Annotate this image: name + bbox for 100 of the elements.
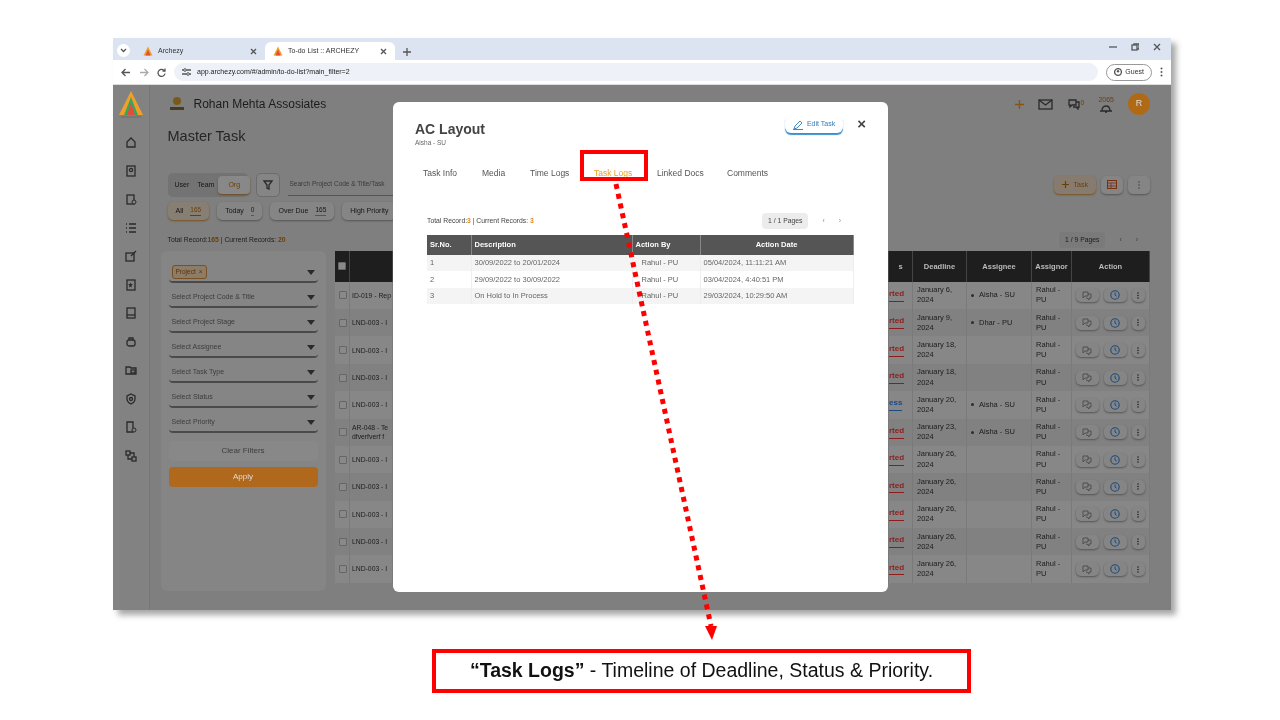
filter-button[interactable] xyxy=(255,172,280,197)
time-log-button[interactable] xyxy=(1103,534,1127,549)
row-checkbox[interactable] xyxy=(338,291,347,300)
filter-icon xyxy=(262,179,273,190)
more-icon[interactable] xyxy=(1160,67,1163,77)
back-icon[interactable] xyxy=(121,67,131,77)
comments-button[interactable] xyxy=(1076,534,1099,549)
bullet-icon xyxy=(971,321,974,325)
modal-tab[interactable]: Media xyxy=(482,165,506,180)
comments-button[interactable] xyxy=(1076,479,1099,494)
table-view-button[interactable] xyxy=(1101,175,1123,194)
kebab-icon xyxy=(1137,510,1140,518)
row-checkbox[interactable] xyxy=(338,400,347,409)
home-icon[interactable] xyxy=(124,136,137,149)
caret-icon xyxy=(306,369,315,375)
time-log-button[interactable] xyxy=(1103,343,1127,358)
bookmark-icon[interactable] xyxy=(124,278,137,291)
comments-button[interactable] xyxy=(1076,507,1099,522)
time-log-button[interactable] xyxy=(1103,562,1127,577)
select-all-checkbox[interactable] xyxy=(337,262,346,271)
chat-icon xyxy=(1082,537,1093,547)
time-log-button[interactable] xyxy=(1103,370,1127,385)
restore-icon[interactable] xyxy=(1131,42,1139,51)
more-button[interactable] xyxy=(1131,343,1145,358)
user-avatar[interactable]: R xyxy=(1128,93,1150,115)
more-button[interactable] xyxy=(1131,452,1145,467)
row-checkbox[interactable] xyxy=(338,318,347,327)
status-label: rted xyxy=(889,425,905,439)
comments-button[interactable] xyxy=(1076,343,1099,358)
modal-tab[interactable]: Time Logs xyxy=(530,165,570,180)
close-icon[interactable] xyxy=(250,47,257,55)
list-icon[interactable] xyxy=(124,221,137,234)
more-button[interactable] xyxy=(1128,175,1150,194)
caption-text: “Task Logs” - Timeline of Deadline, Status & Priority. xyxy=(469,658,934,684)
apply-button[interactable]: Apply xyxy=(168,466,318,487)
caret-icon xyxy=(306,294,315,300)
book-icon[interactable] xyxy=(124,307,137,320)
row-checkbox[interactable] xyxy=(338,373,347,382)
more-button[interactable] xyxy=(1131,370,1145,385)
row-checkbox[interactable] xyxy=(338,346,347,355)
more-button[interactable] xyxy=(1131,479,1145,494)
status-label: ess xyxy=(889,398,903,412)
briefcase-icon[interactable] xyxy=(124,335,137,348)
logo-icon[interactable] xyxy=(117,90,144,120)
new-tab-icon[interactable] xyxy=(403,48,411,56)
clipboard-icon[interactable] xyxy=(124,193,137,206)
plus-icon[interactable] xyxy=(1014,99,1024,109)
mail-icon[interactable] xyxy=(1037,98,1053,110)
row-checkbox[interactable] xyxy=(338,482,347,491)
time-log-button[interactable] xyxy=(1103,479,1127,494)
comments-button[interactable] xyxy=(1076,315,1099,330)
time-log-button[interactable] xyxy=(1103,425,1127,440)
document-icon[interactable] xyxy=(124,421,137,434)
more-button[interactable] xyxy=(1131,507,1145,522)
comments-button[interactable] xyxy=(1076,288,1099,303)
modal-tab[interactable]: Linked Docs xyxy=(657,165,704,180)
more-button[interactable] xyxy=(1131,562,1145,577)
settings-icon[interactable] xyxy=(182,68,191,76)
kebab-icon xyxy=(1137,346,1140,354)
more-button[interactable] xyxy=(1131,288,1145,303)
time-log-button[interactable] xyxy=(1103,397,1127,412)
badge-icon[interactable] xyxy=(124,164,137,177)
time-log-button[interactable] xyxy=(1103,315,1127,330)
kebab-icon xyxy=(1137,401,1140,409)
chat-icon[interactable] xyxy=(1066,98,1081,110)
caret-icon xyxy=(306,394,315,400)
edit-icon[interactable] xyxy=(124,250,137,263)
time-log-button[interactable] xyxy=(1103,288,1127,303)
comments-button[interactable] xyxy=(1076,397,1099,412)
row-checkbox[interactable] xyxy=(338,455,347,464)
row-checkbox[interactable] xyxy=(338,510,347,519)
row-checkbox[interactable] xyxy=(338,565,347,574)
tab-list-button[interactable] xyxy=(117,44,130,57)
modal-tab[interactable]: Task Info xyxy=(423,165,458,180)
kebab-icon xyxy=(1137,428,1140,436)
close-icon[interactable] xyxy=(380,47,387,55)
row-checkbox[interactable] xyxy=(338,428,347,437)
caret-icon xyxy=(306,269,315,275)
more-button[interactable] xyxy=(1131,534,1145,549)
bell-icon[interactable] xyxy=(1099,105,1114,114)
reload-icon[interactable] xyxy=(157,67,166,77)
network-icon[interactable] xyxy=(124,449,137,462)
modal-tab[interactable]: Comments xyxy=(727,165,769,180)
comments-button[interactable] xyxy=(1076,370,1099,385)
close-icon[interactable] xyxy=(1153,42,1161,51)
more-button[interactable] xyxy=(1131,397,1145,412)
time-log-button[interactable] xyxy=(1103,452,1127,467)
more-button[interactable] xyxy=(1131,425,1145,440)
more-button[interactable] xyxy=(1131,315,1145,330)
folder-icon[interactable] xyxy=(124,364,137,377)
row-checkbox[interactable] xyxy=(338,537,347,546)
close-button[interactable]: × xyxy=(857,116,866,131)
comments-button[interactable] xyxy=(1076,452,1099,467)
comments-button[interactable] xyxy=(1076,562,1099,577)
time-log-button[interactable] xyxy=(1103,507,1127,522)
clock-icon xyxy=(1110,564,1121,575)
forward-icon[interactable] xyxy=(139,67,149,77)
status-label: rted xyxy=(889,562,905,576)
comments-button[interactable] xyxy=(1076,425,1099,440)
shield-icon[interactable] xyxy=(124,392,137,405)
